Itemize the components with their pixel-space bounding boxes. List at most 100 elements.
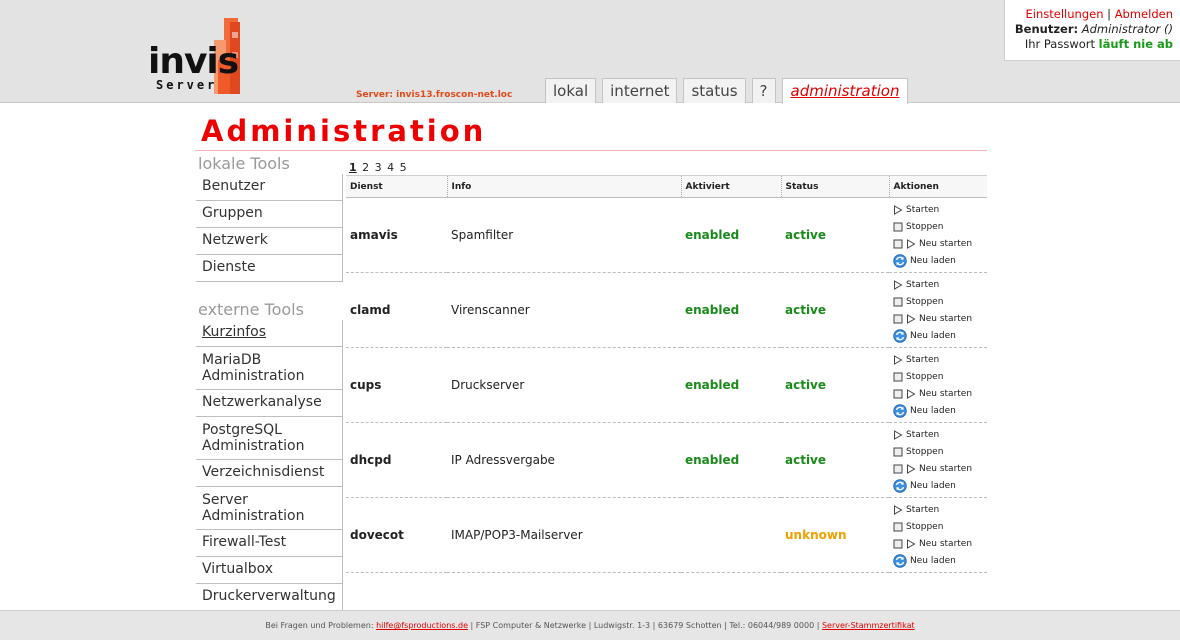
stop-action[interactable]: Stoppen bbox=[893, 443, 983, 460]
reload-action[interactable]: Neu laden bbox=[893, 552, 983, 569]
start-action[interactable]: Starten bbox=[893, 201, 983, 218]
user-prefix: Benutzer: bbox=[1014, 22, 1079, 36]
sidebar-item-label: Administration bbox=[202, 368, 305, 384]
restart-label: Neu starten bbox=[919, 388, 973, 399]
restart-action[interactable]: Neu starten bbox=[893, 310, 983, 327]
stop-label: Stoppen bbox=[906, 371, 944, 382]
sidebar-item-netzwerkanalyse[interactable]: Netzwerkanalyse bbox=[196, 390, 343, 417]
footer-prefix: Bei Fragen und Problemen: bbox=[265, 621, 374, 630]
column-header-info: Info bbox=[446, 175, 681, 198]
reload-icon bbox=[893, 328, 907, 343]
reload-action[interactable]: Neu laden bbox=[893, 252, 983, 269]
page-link-1[interactable]: 1 bbox=[349, 161, 357, 174]
play-icon bbox=[894, 354, 903, 365]
start-action[interactable]: Starten bbox=[893, 501, 983, 518]
reload-label: Neu laden bbox=[910, 480, 956, 491]
stop-icon bbox=[893, 314, 903, 323]
reload-action[interactable]: Neu laden bbox=[893, 402, 983, 419]
table-row: amavis Spamfilter enabled active Starten… bbox=[346, 197, 987, 273]
reload-label: Neu laden bbox=[910, 330, 956, 341]
sidebar-item-label: Firewall-Test bbox=[202, 534, 287, 550]
stop-action[interactable]: Stoppen bbox=[893, 518, 983, 535]
service-name: amavis bbox=[346, 197, 447, 273]
sidebar: lokale Tools Benutzer Gruppen Netzwerk D… bbox=[196, 153, 343, 611]
start-action[interactable]: Starten bbox=[893, 351, 983, 368]
sidebar-item-netzwerk[interactable]: Netzwerk bbox=[196, 228, 343, 255]
tab-lokal[interactable]: lokal bbox=[545, 78, 597, 103]
sidebar-item-label: Administration bbox=[202, 438, 305, 454]
tab-help[interactable]: ? bbox=[751, 78, 776, 103]
page-link-5[interactable]: 5 bbox=[400, 161, 407, 174]
tab-status[interactable]: status bbox=[683, 78, 746, 103]
stop-action[interactable]: Stoppen bbox=[893, 293, 983, 310]
play-icon bbox=[894, 429, 903, 440]
sidebar-item-server-administration[interactable]: Server Administration bbox=[196, 487, 343, 530]
column-header-aktionen: Aktionen bbox=[888, 175, 987, 198]
service-enabled bbox=[681, 497, 781, 573]
support-email-link[interactable]: hilfe@fsproductions.de bbox=[376, 621, 468, 630]
table-row: dovecot IMAP/POP3-Mailserver unknown Sta… bbox=[346, 497, 987, 573]
sidebar-item-mariadb[interactable]: MariaDB Administration bbox=[196, 347, 343, 390]
table-row: cups Druckserver enabled active Starten … bbox=[346, 347, 987, 423]
sidebar-item-kurzinfos[interactable]: Kurzinfos bbox=[196, 320, 343, 347]
page-link-4[interactable]: 4 bbox=[387, 161, 394, 174]
server-certificate-link[interactable]: Server-Stammzertifikat bbox=[822, 621, 915, 630]
restart-action[interactable]: Neu starten bbox=[893, 385, 983, 402]
sidebar-item-firewall-test[interactable]: Firewall-Test bbox=[196, 530, 343, 557]
stop-action[interactable]: Stoppen bbox=[893, 218, 983, 235]
sidebar-item-gruppen[interactable]: Gruppen bbox=[196, 201, 343, 228]
tab-internet[interactable]: internet bbox=[602, 78, 678, 103]
table-row: dhcpd IP Adressvergabe enabled active St… bbox=[346, 422, 987, 498]
stop-label: Stoppen bbox=[906, 446, 944, 457]
sidebar-item-label: Kurzinfos bbox=[202, 324, 267, 340]
footer: Bei Fragen und Problemen: hilfe@fsproduc… bbox=[0, 610, 1180, 640]
settings-link[interactable]: Einstellungen bbox=[1026, 7, 1104, 21]
restart-label: Neu starten bbox=[919, 313, 973, 324]
play-icon bbox=[907, 238, 916, 249]
title-divider bbox=[195, 150, 987, 151]
column-header-status: Status bbox=[780, 175, 889, 198]
server-label: Server: invis13.froscon-net.loc bbox=[356, 90, 513, 100]
service-info: Druckserver bbox=[447, 347, 681, 423]
start-label: Starten bbox=[906, 204, 940, 215]
invis-logo[interactable]: invis Server bbox=[148, 16, 248, 96]
restart-label: Neu starten bbox=[919, 538, 973, 549]
sidebar-heading-external: externe Tools bbox=[198, 300, 304, 319]
reload-action[interactable]: Neu laden bbox=[893, 477, 983, 494]
sidebar-item-virtualbox[interactable]: Virtualbox bbox=[196, 557, 343, 584]
stop-icon bbox=[893, 522, 903, 531]
sidebar-item-label: PostgreSQL bbox=[202, 422, 282, 438]
top-bar: invis Server Server: invis13.froscon-net… bbox=[0, 0, 1180, 104]
restart-action[interactable]: Neu starten bbox=[893, 235, 983, 252]
restart-action[interactable]: Neu starten bbox=[893, 535, 983, 552]
sidebar-item-druckerverwaltung[interactable]: Druckerverwaltung bbox=[196, 584, 343, 611]
start-label: Starten bbox=[906, 504, 940, 515]
sidebar-item-dienste[interactable]: Dienste bbox=[196, 255, 343, 282]
play-icon bbox=[894, 279, 903, 290]
sidebar-item-verzeichnisdienst[interactable]: Verzeichnisdienst bbox=[196, 460, 343, 487]
reload-icon bbox=[893, 253, 907, 268]
user-box: Einstellungen | Abmelden Benutzer: Admin… bbox=[1004, 0, 1180, 61]
stop-icon bbox=[893, 464, 903, 473]
page-link-2[interactable]: 2 bbox=[362, 161, 369, 174]
table-header-row: Dienst Info Aktiviert Status Aktionen bbox=[346, 175, 987, 198]
start-action[interactable]: Starten bbox=[893, 276, 983, 293]
tab-administration[interactable]: administration bbox=[781, 78, 909, 104]
sidebar-item-benutzer[interactable]: Benutzer bbox=[196, 174, 343, 201]
sidebar-item-label: Virtualbox bbox=[202, 561, 274, 577]
stop-icon bbox=[893, 222, 903, 231]
sidebar-item-label: Verzeichnisdienst bbox=[202, 464, 325, 480]
restart-action[interactable]: Neu starten bbox=[893, 460, 983, 477]
play-icon bbox=[907, 313, 916, 324]
stop-action[interactable]: Stoppen bbox=[893, 368, 983, 385]
page-link-3[interactable]: 3 bbox=[375, 161, 382, 174]
logo-wordmark: invis bbox=[148, 41, 239, 82]
start-action[interactable]: Starten bbox=[893, 426, 983, 443]
sidebar-item-label: Druckerverwaltung bbox=[202, 588, 336, 604]
sidebar-item-label: Administration bbox=[202, 508, 305, 524]
reload-action[interactable]: Neu laden bbox=[893, 327, 983, 344]
logo-subtext: Server bbox=[156, 78, 218, 92]
sidebar-item-postgresql[interactable]: PostgreSQL Administration bbox=[196, 417, 343, 460]
service-name: dhcpd bbox=[346, 422, 447, 498]
logout-link[interactable]: Abmelden bbox=[1115, 7, 1173, 21]
